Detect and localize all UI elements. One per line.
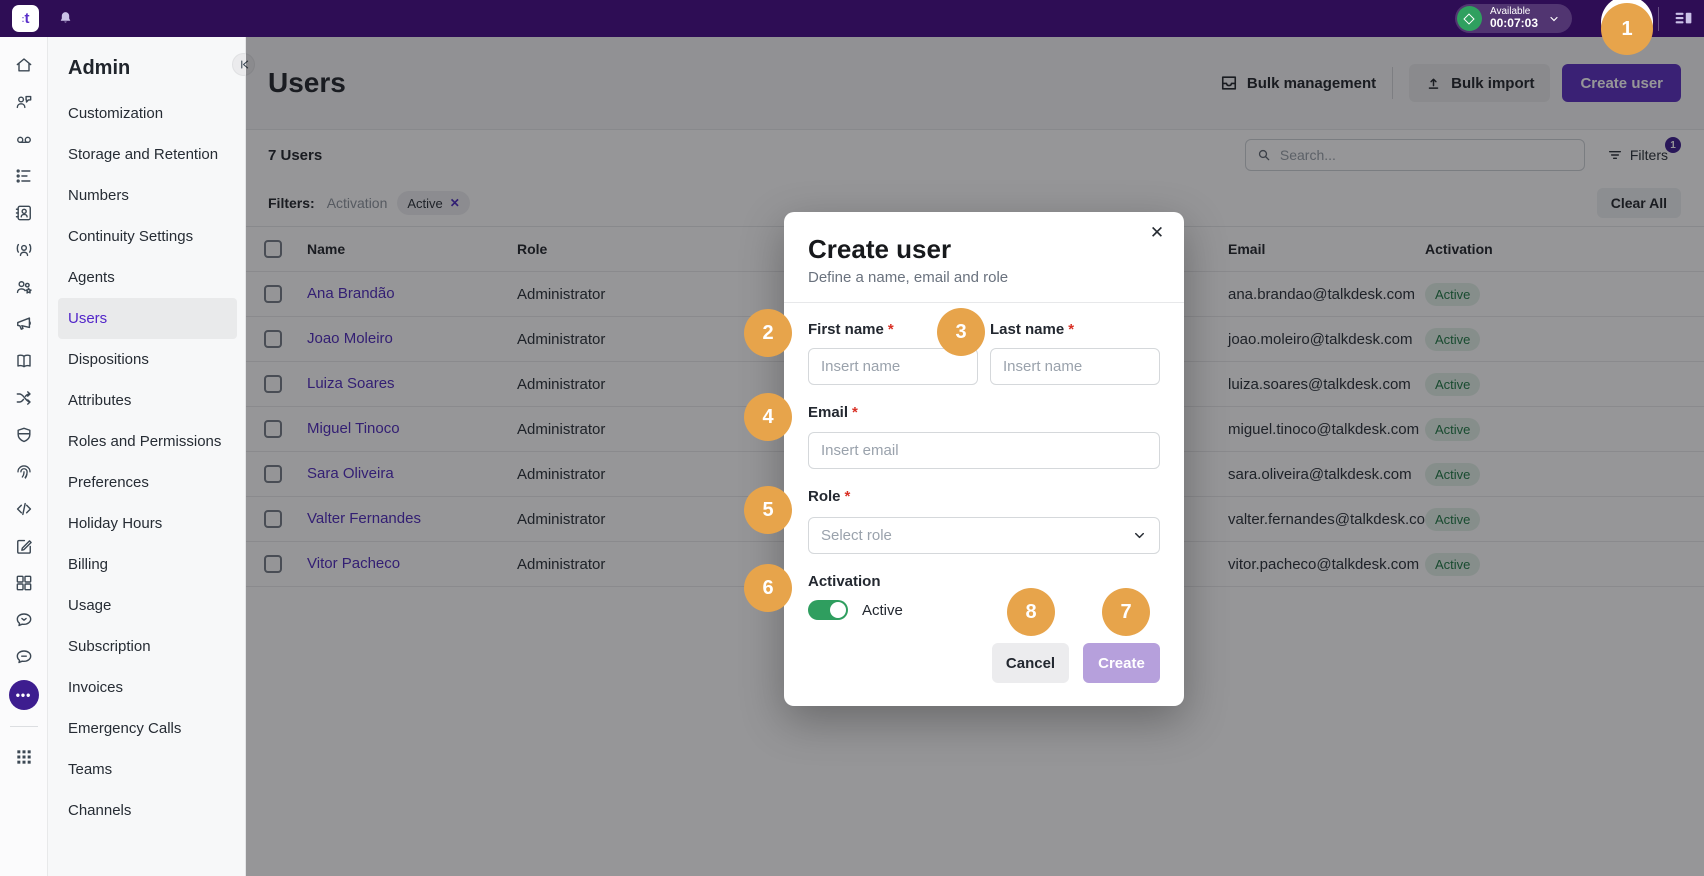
sidebar-item[interactable]: Continuity Settings bbox=[48, 216, 245, 257]
sidebar-item[interactable]: Invoices bbox=[48, 667, 245, 708]
annotation-number-badge: 3 bbox=[937, 308, 985, 356]
status-chevron-down-icon[interactable] bbox=[1548, 13, 1560, 25]
invoices-icon[interactable] bbox=[10, 643, 38, 671]
preferences-icon[interactable] bbox=[10, 458, 38, 486]
required-asterisk: * bbox=[852, 404, 858, 421]
last-name-label: Last name * bbox=[990, 321, 1075, 338]
numbers-icon[interactable] bbox=[10, 162, 38, 190]
sidebar-title: Admin bbox=[68, 57, 131, 79]
sidebar-item[interactable]: Channels bbox=[48, 790, 245, 831]
talkdesk-logo[interactable]: :t bbox=[12, 5, 39, 32]
more-apps-icon[interactable]: ••• bbox=[8, 680, 39, 710]
email-label: Email * bbox=[808, 404, 858, 421]
sidebar-item[interactable]: Dispositions bbox=[48, 339, 245, 380]
sidebar-item[interactable]: Preferences bbox=[48, 462, 245, 503]
notifications-bell-icon[interactable] bbox=[57, 10, 74, 27]
activation-label: Activation bbox=[808, 573, 881, 590]
roles-permissions-icon[interactable] bbox=[10, 421, 38, 449]
modal-title: Create user bbox=[808, 234, 952, 264]
home-icon[interactable] bbox=[10, 51, 38, 79]
annotation-number-badge: 4 bbox=[744, 393, 792, 441]
modal-body: First name* Last name* Email* Role* Se bbox=[784, 303, 1184, 620]
role-label: Role * bbox=[808, 488, 851, 505]
close-icon[interactable]: ✕ bbox=[1144, 220, 1170, 246]
storage-icon[interactable] bbox=[10, 125, 38, 153]
chevron-down-icon bbox=[1135, 532, 1144, 539]
status-available-icon bbox=[1456, 6, 1482, 31]
app-rail: ••• bbox=[0, 37, 48, 876]
sidebar-item[interactable]: Attributes bbox=[48, 380, 245, 421]
usage-icon[interactable] bbox=[10, 569, 38, 597]
sidebar-item[interactable]: Customization bbox=[48, 93, 245, 134]
sidebar-item[interactable]: Teams bbox=[48, 749, 245, 790]
dispositions-icon[interactable] bbox=[10, 310, 38, 338]
sidebar-item[interactable]: Billing bbox=[48, 544, 245, 585]
sidebar-item[interactable]: Numbers bbox=[48, 175, 245, 216]
sidebar-item[interactable]: Storage and Retention bbox=[48, 134, 245, 175]
annotation-number-badge: 6 bbox=[744, 564, 792, 612]
routing-icon[interactable] bbox=[10, 384, 38, 412]
create-button[interactable]: Create bbox=[1083, 643, 1160, 683]
sidebar-item[interactable]: Roles and Permissions bbox=[48, 421, 245, 462]
activation-state: Active bbox=[862, 601, 903, 619]
required-asterisk: * bbox=[887, 321, 894, 338]
sidebar-item[interactable]: Emergency Calls bbox=[48, 708, 245, 749]
annotation-number-badge: 8 bbox=[1007, 588, 1055, 636]
sidebar-item[interactable]: Holiday Hours bbox=[48, 503, 245, 544]
required-asterisk: * bbox=[1068, 321, 1075, 338]
sidebar-item[interactable]: Agents bbox=[48, 257, 245, 298]
sidebar-item[interactable]: Subscription bbox=[48, 626, 245, 667]
sidebar-item[interactable]: Users bbox=[58, 298, 237, 339]
attributes-icon[interactable] bbox=[10, 347, 38, 375]
annotation-number-badge: 1 bbox=[1601, 3, 1653, 55]
users-icon[interactable] bbox=[10, 273, 38, 301]
required-asterisk: * bbox=[844, 488, 851, 505]
conversations-panel-icon[interactable] bbox=[1673, 8, 1694, 29]
modal-footer: Cancel Create bbox=[784, 643, 1184, 683]
status-timer: 00:07:03 bbox=[1489, 16, 1538, 31]
agents-icon[interactable] bbox=[10, 236, 38, 264]
customization-icon[interactable] bbox=[10, 88, 38, 116]
modal-subtitle: Define a name, email and role bbox=[808, 269, 1009, 286]
topbar: :t Available 00:07:03 bbox=[0, 0, 1704, 37]
annotation-number-badge: 7 bbox=[1102, 588, 1150, 636]
modal-header: Create user Define a name, email and rol… bbox=[784, 212, 1184, 303]
email-field[interactable] bbox=[808, 432, 1160, 469]
activation-toggle[interactable] bbox=[808, 600, 848, 620]
role-select[interactable]: Select role bbox=[808, 517, 1160, 554]
annotation-number-badge: 5 bbox=[744, 486, 792, 534]
developer-icon[interactable] bbox=[10, 495, 38, 523]
last-name-field[interactable] bbox=[990, 348, 1160, 385]
sidebar-menu: Customization Storage and Retention Numb… bbox=[48, 93, 245, 831]
subscription-icon[interactable] bbox=[10, 606, 38, 634]
admin-sidebar: Admin Customization Storage and Retentio… bbox=[48, 37, 255, 876]
contacts-icon[interactable] bbox=[10, 199, 38, 227]
rail-divider bbox=[9, 726, 38, 727]
cancel-button[interactable]: Cancel bbox=[992, 643, 1069, 683]
annotation-number-badge: 2 bbox=[744, 309, 792, 357]
app-launcher-icon[interactable] bbox=[10, 743, 38, 771]
billing-icon[interactable] bbox=[10, 532, 38, 560]
agent-status-pill[interactable]: Available 00:07:03 bbox=[1454, 4, 1572, 33]
sidebar-item[interactable]: Usage bbox=[48, 585, 245, 626]
topbar-divider bbox=[1658, 6, 1659, 31]
